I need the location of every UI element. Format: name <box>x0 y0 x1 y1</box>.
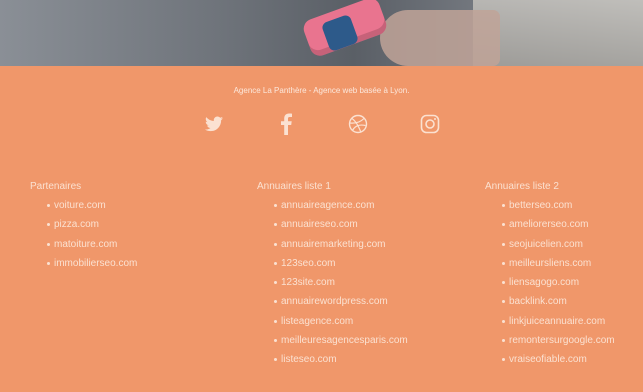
footer-link[interactable]: remontersurgoogle.com <box>485 331 615 350</box>
footer-link[interactable]: annuairemarketing.com <box>257 235 408 254</box>
footer-column-partenaires: Partenaires voiture.com pizza.com matoit… <box>30 181 137 273</box>
hero-hand <box>380 10 500 66</box>
footer-link[interactable]: 123site.com <box>257 273 408 292</box>
footer-link[interactable]: annuaireseo.com <box>257 215 408 234</box>
footer-link[interactable]: annuairewordpress.com <box>257 292 408 311</box>
footer-link[interactable]: annuaireagence.com <box>257 196 408 215</box>
footer-column-annuaires-1: Annuaires liste 1 annuaireagence.com ann… <box>257 181 408 370</box>
footer-link[interactable]: listeseo.com <box>257 350 408 369</box>
social-links <box>0 110 643 138</box>
footer-link[interactable]: meilleursliens.com <box>485 254 615 273</box>
footer-link[interactable]: ameliorerseo.com <box>485 215 615 234</box>
hero-image <box>0 0 643 66</box>
footer-link[interactable]: betterseo.com <box>485 196 615 215</box>
footer-column-annuaires-2: Annuaires liste 2 betterseo.com ameliore… <box>485 181 615 370</box>
footer-link[interactable]: seojuicelien.com <box>485 235 615 254</box>
twitter-icon[interactable] <box>200 110 228 138</box>
column-title: Annuaires liste 2 <box>485 181 559 192</box>
instagram-icon[interactable] <box>416 110 444 138</box>
footer-link[interactable]: voiture.com <box>30 196 137 215</box>
footer-link[interactable]: linkjuiceannuaire.com <box>485 312 615 331</box>
footer-link[interactable]: immobilierseo.com <box>30 254 137 273</box>
dribbble-icon[interactable] <box>344 110 372 138</box>
footer-link[interactable]: vraiseofiable.com <box>485 350 615 369</box>
footer-link[interactable]: matoiture.com <box>30 235 137 254</box>
footer-link[interactable]: pizza.com <box>30 215 137 234</box>
footer-link[interactable]: listeagence.com <box>257 312 408 331</box>
column-title: Partenaires <box>30 181 82 192</box>
footer-link[interactable]: meilleuresagencesparis.com <box>257 331 408 350</box>
footer-tagline: Agence La Panthère - Agence web basée à … <box>233 86 410 95</box>
footer-link[interactable]: backlink.com <box>485 292 615 311</box>
facebook-icon[interactable] <box>272 110 300 138</box>
footer-link[interactable]: liensagogo.com <box>485 273 615 292</box>
footer-link[interactable]: 123seo.com <box>257 254 408 273</box>
column-title: Annuaires liste 1 <box>257 181 331 192</box>
